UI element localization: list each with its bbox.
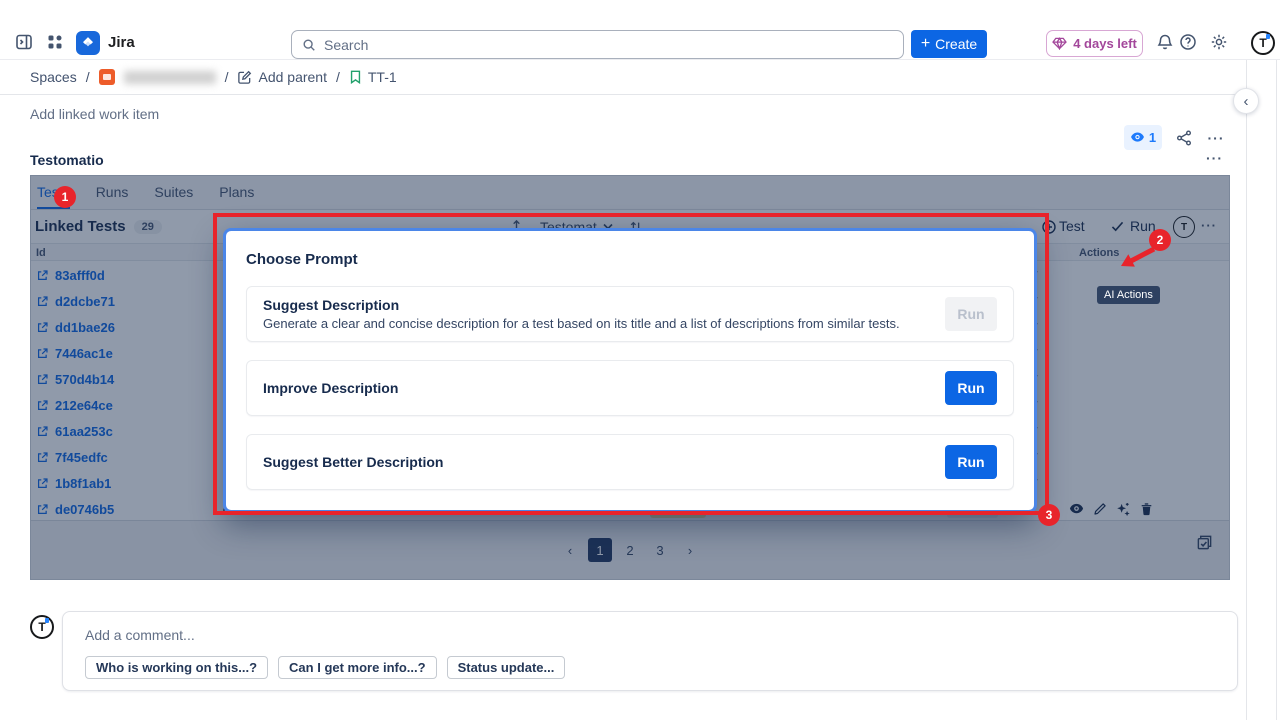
more-options-button[interactable]: ··· (1202, 125, 1230, 150)
breadcrumb-bar: Spaces / / Add parent / TT-1 (0, 60, 1246, 95)
app-window: Jira Search + Create 4 days left T (0, 0, 1280, 720)
watchers-button[interactable]: 1 (1124, 125, 1162, 150)
sidebar-toggle-icon[interactable] (15, 33, 33, 51)
issue-key: TT-1 (368, 69, 397, 85)
search-icon (302, 38, 316, 52)
prompt-name: Suggest Description (263, 297, 900, 313)
widget-title: Testomatio (30, 152, 104, 168)
create-button[interactable]: + Create (911, 30, 987, 58)
trial-days-left-pill[interactable]: 4 days left (1046, 30, 1143, 57)
quick-reply-button[interactable]: Can I get more info...? (278, 656, 437, 679)
breadcrumb-separator: / (336, 69, 340, 85)
prompt-card: Suggest Description Generate a clear and… (246, 286, 1014, 342)
breadcrumb-issue[interactable]: TT-1 (349, 69, 397, 85)
comment-box[interactable]: Add a comment... Who is working on this.… (62, 611, 1238, 691)
choose-prompt-modal: Choose Prompt Suggest Description Genera… (223, 228, 1037, 513)
prompt-info: Suggest Description Generate a clear and… (263, 297, 900, 331)
comment-placeholder: Add a comment... (85, 627, 195, 643)
breadcrumb: Spaces / / Add parent / TT-1 (30, 60, 397, 94)
create-button-label: Create (935, 36, 977, 52)
jira-logo-icon[interactable] (76, 31, 100, 55)
run-prompt-button[interactable]: Run (945, 371, 997, 405)
prompt-description: Generate a clear and concise description… (263, 316, 900, 331)
gem-icon (1052, 37, 1067, 50)
collapse-panel-button[interactable]: ‹ (1233, 88, 1259, 114)
breadcrumb-add-parent[interactable]: Add parent (237, 69, 327, 85)
user-avatar[interactable]: T (1251, 31, 1275, 55)
top-nav: Jira Search + Create 4 days left T (0, 0, 1280, 60)
watch-eye-icon (1130, 132, 1145, 143)
prompt-card: Suggest Better Description Run (246, 434, 1014, 490)
comment-avatar: T (30, 615, 54, 639)
prompt-card: Improve Description Run (246, 360, 1014, 416)
issue-bookmark-icon (349, 70, 362, 84)
quick-reply-button[interactable]: Status update... (447, 656, 566, 679)
prompt-info: Improve Description (263, 380, 398, 396)
ai-actions-tooltip: AI Actions (1097, 286, 1160, 304)
quick-reply-button[interactable]: Who is working on this...? (85, 656, 268, 679)
widget-more-button[interactable]: ··· (1206, 150, 1223, 166)
add-parent-label: Add parent (258, 69, 327, 85)
breadcrumb-separator: / (86, 69, 90, 85)
edit-parent-icon (237, 70, 252, 85)
share-icon[interactable] (1172, 125, 1196, 150)
plus-icon: + (921, 36, 930, 52)
search-input[interactable]: Search (291, 30, 904, 59)
right-rail (1246, 60, 1277, 720)
help-icon[interactable] (1179, 33, 1197, 51)
search-placeholder: Search (324, 37, 368, 53)
breadcrumb-separator: / (225, 69, 229, 85)
trial-days-left-label: 4 days left (1073, 36, 1137, 51)
project-name-redacted[interactable] (124, 71, 216, 84)
prompt-list: Suggest Description Generate a clear and… (246, 286, 1014, 490)
notifications-bell-icon[interactable] (1156, 33, 1174, 51)
modal-title: Choose Prompt (246, 251, 1014, 268)
quick-replies: Who is working on this...? Can I get mor… (85, 656, 565, 679)
prompt-name: Suggest Better Description (263, 454, 443, 470)
watch-count: 1 (1149, 130, 1156, 145)
run-prompt-button[interactable]: Run (945, 297, 997, 331)
project-avatar-icon[interactable] (99, 69, 115, 85)
settings-gear-icon[interactable] (1210, 33, 1228, 51)
prompt-info: Suggest Better Description (263, 454, 443, 470)
prompt-name: Improve Description (263, 380, 398, 396)
app-switcher-icon[interactable] (46, 33, 64, 51)
run-prompt-button[interactable]: Run (945, 445, 997, 479)
app-name: Jira (108, 34, 135, 51)
add-linked-work-item[interactable]: Add linked work item (30, 106, 159, 122)
breadcrumb-spaces[interactable]: Spaces (30, 69, 77, 85)
